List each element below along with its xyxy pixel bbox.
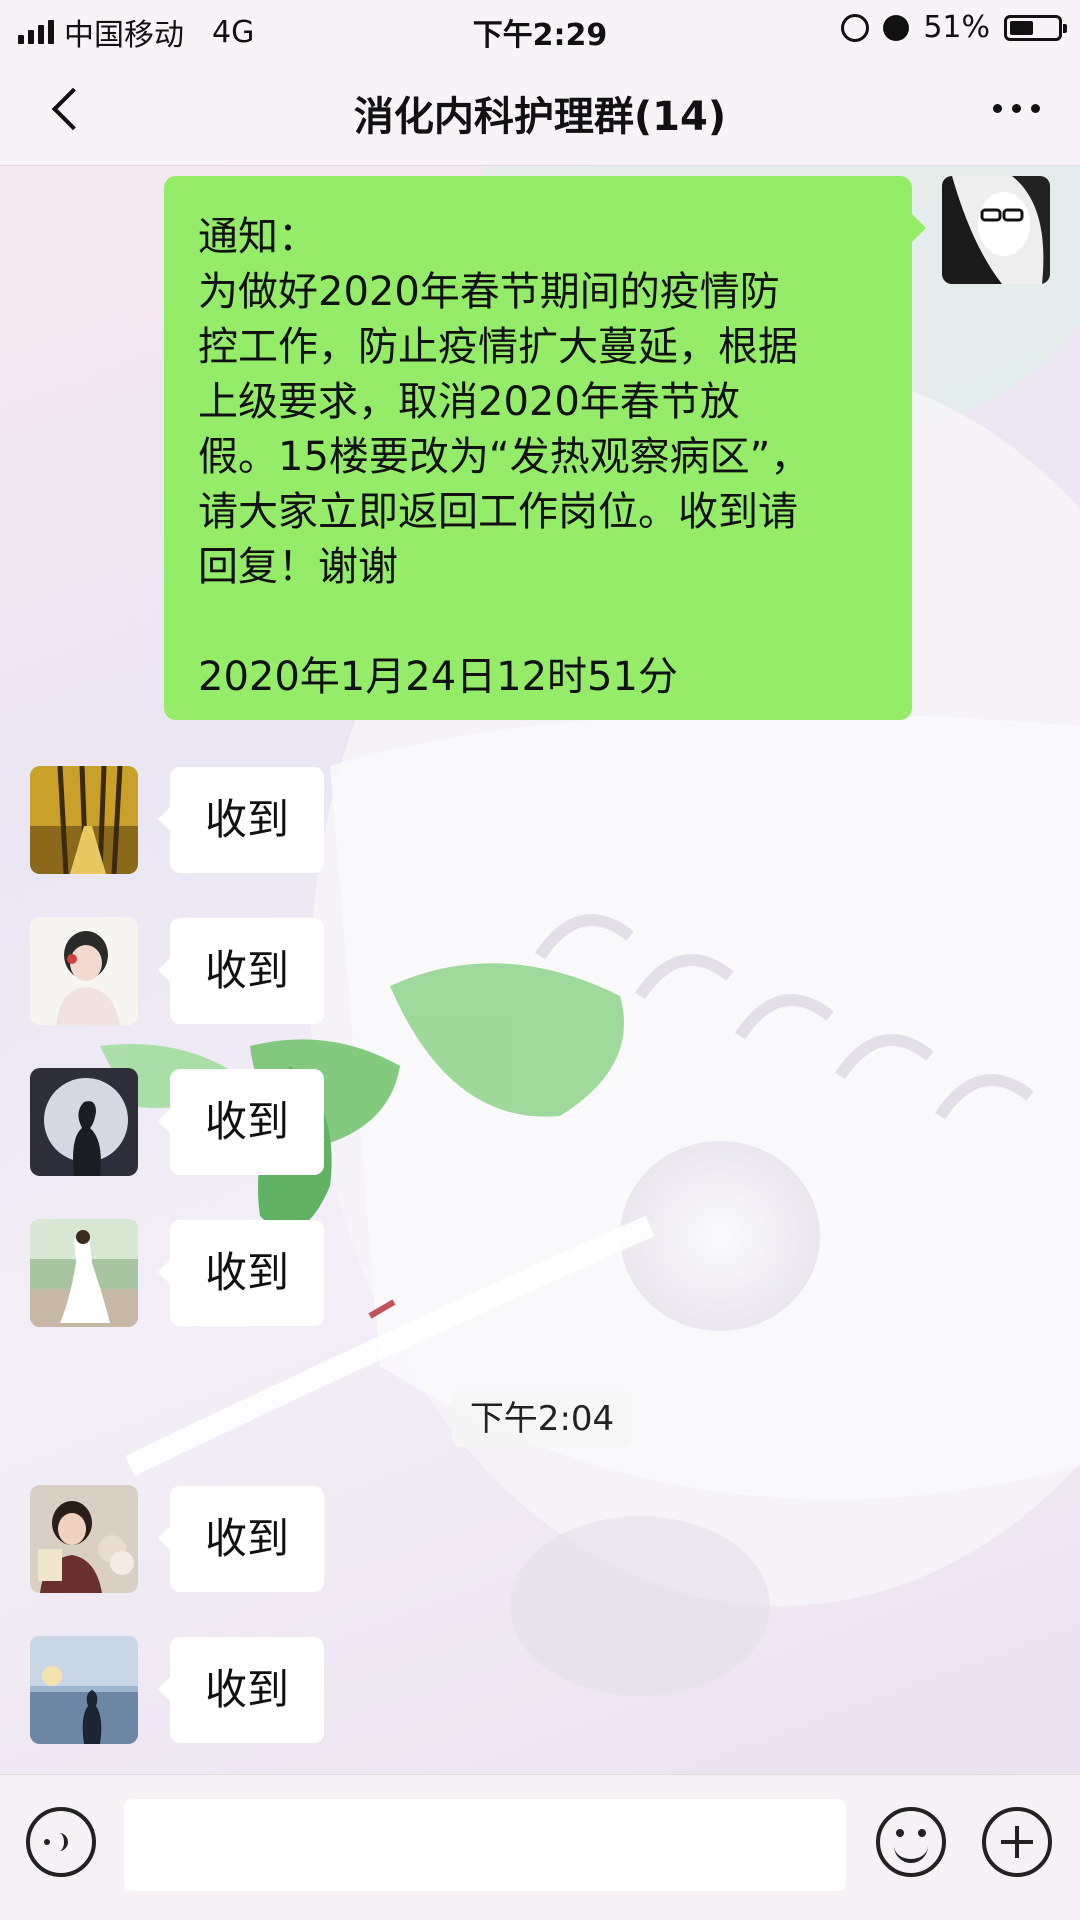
member-avatar[interactable]	[30, 1068, 138, 1176]
member-avatar[interactable]	[30, 917, 138, 1025]
notice-line: 为做好2020年春节期间的疫情防	[198, 269, 780, 315]
member-avatar[interactable]	[30, 766, 138, 874]
status-bar: 中国移动 4G 下午2:29 51%	[0, 0, 1080, 54]
nav-bar: 消化内科护理群(14)	[0, 54, 1080, 166]
reply-bubble[interactable]: 收到	[158, 1220, 324, 1326]
notice-line: 上级要求，取消2020年春节放	[198, 379, 740, 425]
notice-date: 2020年1月24日12时51分	[198, 654, 678, 700]
notice-message-bubble[interactable]: 通知： 为做好2020年春节期间的疫情防 控工作，防止疫情扩大蔓延，根据 上级要…	[164, 176, 926, 720]
chat-title: 消化内科护理群(14)	[353, 94, 727, 140]
notice-line: 通知：	[198, 214, 318, 260]
battery-icon	[1004, 14, 1067, 41]
notice-line: 控工作，防止疫情扩大蔓延，根据	[198, 324, 798, 370]
more-icon[interactable]	[993, 104, 1040, 113]
message-input[interactable]	[124, 1799, 846, 1891]
reply-bubble[interactable]: 收到	[158, 1486, 324, 1592]
plus-icon[interactable]	[982, 1807, 1052, 1877]
reply-bubble[interactable]: 收到	[158, 1069, 324, 1175]
rotation-lock-icon	[841, 13, 870, 42]
reply-bubble[interactable]: 收到	[158, 767, 324, 873]
reply-bubble[interactable]: 收到	[158, 1637, 324, 1743]
battery-percent: 51%	[923, 10, 990, 45]
member-avatar[interactable]	[30, 1219, 138, 1327]
input-bar	[0, 1774, 1080, 1920]
notice-line: 假。15楼要改为“发热观察病区”，	[198, 434, 811, 480]
reply-bubble[interactable]: 收到	[158, 918, 324, 1024]
notice-line: 请大家立即返回工作岗位。收到请	[198, 489, 798, 535]
notice-line: 回复！谢谢	[198, 544, 398, 590]
message-timestamp: 下午2:04	[452, 1391, 632, 1447]
emoji-icon[interactable]	[876, 1807, 946, 1877]
my-avatar[interactable]	[942, 176, 1050, 284]
member-avatar[interactable]	[30, 1485, 138, 1593]
alarm-icon	[883, 14, 910, 41]
chat-area[interactable]: 通知： 为做好2020年春节期间的疫情防 控工作，防止疫情扩大蔓延，根据 上级要…	[0, 166, 1080, 1774]
voice-icon[interactable]	[26, 1807, 96, 1877]
member-avatar[interactable]	[30, 1636, 138, 1744]
